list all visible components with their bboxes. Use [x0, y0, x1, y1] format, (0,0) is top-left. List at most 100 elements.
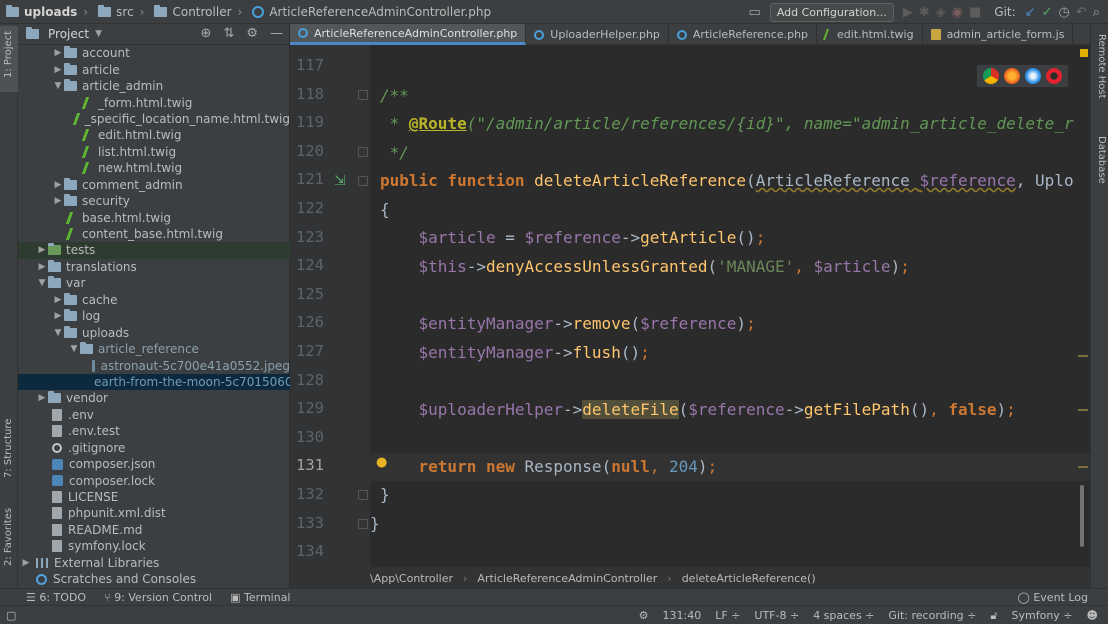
chevron-down-icon[interactable]: ▼ — [52, 81, 64, 91]
editor-tab[interactable]: admin_article_form.js — [923, 24, 1074, 45]
tree-item[interactable]: ▶ security — [18, 193, 290, 209]
chevron-down-icon[interactable]: ▼ — [68, 344, 80, 354]
todo-tool-button[interactable]: ☰ 6: TODO — [26, 591, 86, 604]
caret-position[interactable]: 131:40 — [663, 609, 702, 622]
chevron-right-icon[interactable]: ▶ — [52, 196, 64, 206]
tree-item[interactable]: composer.json — [18, 456, 290, 472]
chevron-right-icon[interactable]: ▶ — [52, 311, 64, 321]
lock-icon[interactable]: 🔓︎ — [990, 609, 997, 623]
layout-icon[interactable]: ▭ — [749, 2, 761, 22]
code-editor[interactable]: 117 118 119 120 121 122 123 124 125 126 127 128 129 1… — [290, 45, 1090, 567]
stop-icon[interactable]: ■ — [969, 2, 981, 22]
class-crumb[interactable]: ArticleReferenceAdminController — [477, 572, 657, 585]
structure-tool-tab[interactable]: 7: Structure — [0, 419, 18, 490]
chevron-right-icon[interactable]: ▶ — [52, 65, 64, 75]
chevron-right-icon[interactable]: ▶ — [36, 262, 48, 272]
route-gutter-icon[interactable]: ⇲ — [334, 173, 346, 189]
opera-icon[interactable] — [1046, 68, 1062, 84]
git-update-icon[interactable]: ↙ — [1025, 2, 1036, 22]
tree-item[interactable]: ▼ article_admin — [18, 78, 290, 94]
tree-item[interactable]: _form.html.twig — [18, 94, 290, 110]
fold-marker[interactable] — [358, 176, 368, 186]
breadcrumb-root[interactable]: uploads › — [0, 0, 92, 24]
user-icon[interactable]: ☻ — [1087, 609, 1098, 622]
chevron-down-icon[interactable]: ▼ — [95, 29, 102, 39]
tree-item[interactable]: list.html.twig — [18, 144, 290, 160]
event-log-button[interactable]: ◯ Event Log — [1018, 589, 1088, 606]
history-icon[interactable]: ◷ — [1058, 2, 1069, 22]
tree-item[interactable]: base.html.twig — [18, 209, 290, 225]
chrome-icon[interactable] — [983, 68, 999, 84]
tree-item[interactable]: astronaut-5c700e41a0552.jpeg — [18, 357, 290, 373]
locate-icon[interactable]: ⊕ — [201, 26, 212, 41]
git-commit-icon[interactable]: ✓ — [1042, 2, 1053, 22]
version-control-tool-button[interactable]: ⑂ 9: Version Control — [104, 591, 212, 604]
breadcrumb-controller[interactable]: Controller › — [148, 0, 246, 24]
hide-icon[interactable]: — — [270, 26, 283, 41]
project-view-selector[interactable]: Project — [48, 27, 89, 41]
warning-indicator-icon[interactable] — [1080, 49, 1088, 57]
terminal-tool-button[interactable]: ▣ Terminal — [230, 591, 290, 604]
tree-item[interactable]: new.html.twig — [18, 160, 290, 176]
tree-item[interactable]: ▼ uploads — [18, 324, 290, 340]
method-crumb[interactable]: deleteArticleReference() — [682, 572, 816, 585]
breadcrumb-file[interactable]: ArticleReferenceAdminController.php — [246, 0, 495, 24]
chevron-right-icon[interactable]: ▶ — [52, 295, 64, 305]
chevron-down-icon[interactable]: ▼ — [52, 328, 64, 338]
tree-item[interactable]: edit.html.twig — [18, 127, 290, 143]
tree-item[interactable]: composer.lock — [18, 472, 290, 488]
fold-marker[interactable] — [358, 490, 368, 500]
fold-marker[interactable] — [358, 147, 368, 157]
gear-icon[interactable]: ⚙ — [246, 26, 258, 41]
tree-item[interactable]: ▶ log — [18, 308, 290, 324]
vertical-scrollbar[interactable] — [1080, 485, 1084, 547]
fold-marker[interactable] — [358, 519, 368, 529]
tree-item[interactable]: .gitignore — [18, 440, 290, 456]
safari-icon[interactable] — [1025, 68, 1041, 84]
tree-item[interactable]: ▶ External Libraries — [18, 555, 290, 571]
git-branch-selector[interactable]: Git: recording ÷ — [888, 609, 976, 622]
chevron-right-icon[interactable]: ▶ — [36, 245, 48, 255]
favorites-tool-tab[interactable]: 2: Favorites — [0, 504, 18, 580]
fold-marker[interactable] — [358, 90, 368, 100]
tree-item[interactable]: .env.test — [18, 423, 290, 439]
tree-item[interactable]: ▶ account — [18, 45, 290, 61]
indexing-icon[interactable]: ⚙ — [639, 609, 649, 622]
tree-item[interactable]: ▼ var — [18, 275, 290, 291]
tree-item[interactable]: _specific_location_name.html.twig — [18, 111, 290, 127]
rollback-icon[interactable]: ↶ — [1076, 2, 1087, 22]
chevron-right-icon[interactable]: ▶ — [20, 558, 32, 568]
collapse-all-icon[interactable]: ⇅ — [223, 26, 234, 41]
editor-tab[interactable]: ArticleReference.php — [669, 24, 818, 45]
tree-item[interactable]: ▼ article_reference — [18, 341, 290, 357]
chevron-right-icon[interactable]: ▶ — [52, 180, 64, 190]
tree-item[interactable]: phpunit.xml.dist — [18, 505, 290, 521]
tree-item[interactable]: Scratches and Consoles — [18, 571, 290, 587]
tree-item[interactable]: ▶ comment_admin — [18, 177, 290, 193]
line-ending-selector[interactable]: LF ÷ — [715, 609, 740, 622]
debug-icon[interactable]: ✱ — [919, 2, 930, 22]
tree-item[interactable]: README.md — [18, 522, 290, 538]
tool-window-toggle-icon[interactable]: ▢ — [6, 609, 16, 622]
framework-selector[interactable]: Symfony ÷ — [1012, 609, 1073, 622]
profile-icon[interactable]: ◉ — [952, 2, 963, 22]
tree-item[interactable]: ▶ translations — [18, 259, 290, 275]
chevron-down-icon[interactable]: ▼ — [36, 278, 48, 288]
tree-item[interactable]: ▶ tests — [18, 242, 290, 259]
search-icon[interactable]: ⌕ — [1093, 2, 1100, 22]
project-tool-tab[interactable]: 1: Project — [0, 26, 18, 92]
chevron-right-icon[interactable]: ▶ — [36, 393, 48, 403]
tree-item[interactable]: ▶ article — [18, 61, 290, 77]
add-configuration-button[interactable]: Add Configuration... — [769, 2, 894, 22]
editor-tab[interactable]: ArticleReferenceAdminController.php — [290, 24, 527, 45]
tree-item[interactable]: LICENSE — [18, 489, 290, 505]
namespace-crumb[interactable]: \App\Controller — [370, 572, 453, 585]
breadcrumb-src[interactable]: src › — [92, 0, 148, 24]
tree-item[interactable]: .env — [18, 407, 290, 423]
tree-item[interactable]: content_base.html.twig — [18, 226, 290, 242]
tree-item[interactable]: earth-from-the-moon-5c7015060 — [18, 373, 293, 391]
editor-tab[interactable]: edit.html.twig — [817, 24, 923, 45]
tree-item[interactable]: symfony.lock — [18, 538, 290, 554]
editor-tab[interactable]: UploaderHelper.php — [526, 24, 669, 45]
firefox-icon[interactable] — [1004, 68, 1020, 84]
